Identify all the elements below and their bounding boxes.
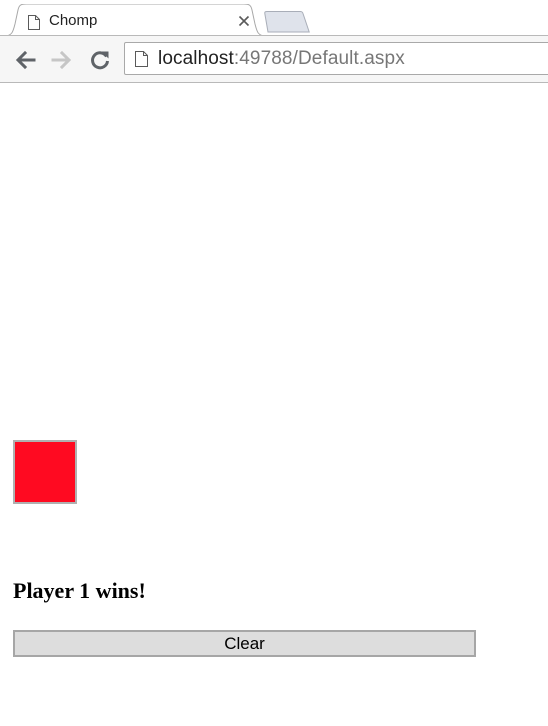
address-bar[interactable]: localhost:49788/Default.aspx [124, 42, 548, 75]
clear-button[interactable]: Clear [13, 630, 476, 657]
chomp-board-cell[interactable] [13, 440, 77, 504]
tab-background [4, 4, 266, 36]
forward-arrow-icon[interactable] [51, 49, 73, 71]
new-tab-button[interactable] [264, 11, 310, 33]
browser-window: Chomp localhost:49788/Default.aspx Playe… [0, 0, 548, 726]
page-icon [28, 15, 40, 30]
url-path: :49788/Default.aspx [233, 48, 405, 69]
page-info-icon[interactable] [135, 51, 148, 67]
game-result-heading: Player 1 wins! [13, 578, 146, 603]
tab-strip: Chomp [0, 0, 548, 36]
url-text: localhost:49788/Default.aspx [158, 48, 405, 70]
reload-icon[interactable] [89, 49, 111, 71]
tab-title: Chomp [49, 12, 98, 29]
toolbar: localhost:49788/Default.aspx [0, 36, 548, 83]
page-content: Player 1 wins! Clear [0, 83, 548, 726]
url-host: localhost [158, 48, 234, 69]
tab-chomp[interactable]: Chomp [4, 4, 266, 36]
close-icon[interactable] [238, 15, 250, 27]
back-arrow-icon[interactable] [14, 49, 36, 71]
